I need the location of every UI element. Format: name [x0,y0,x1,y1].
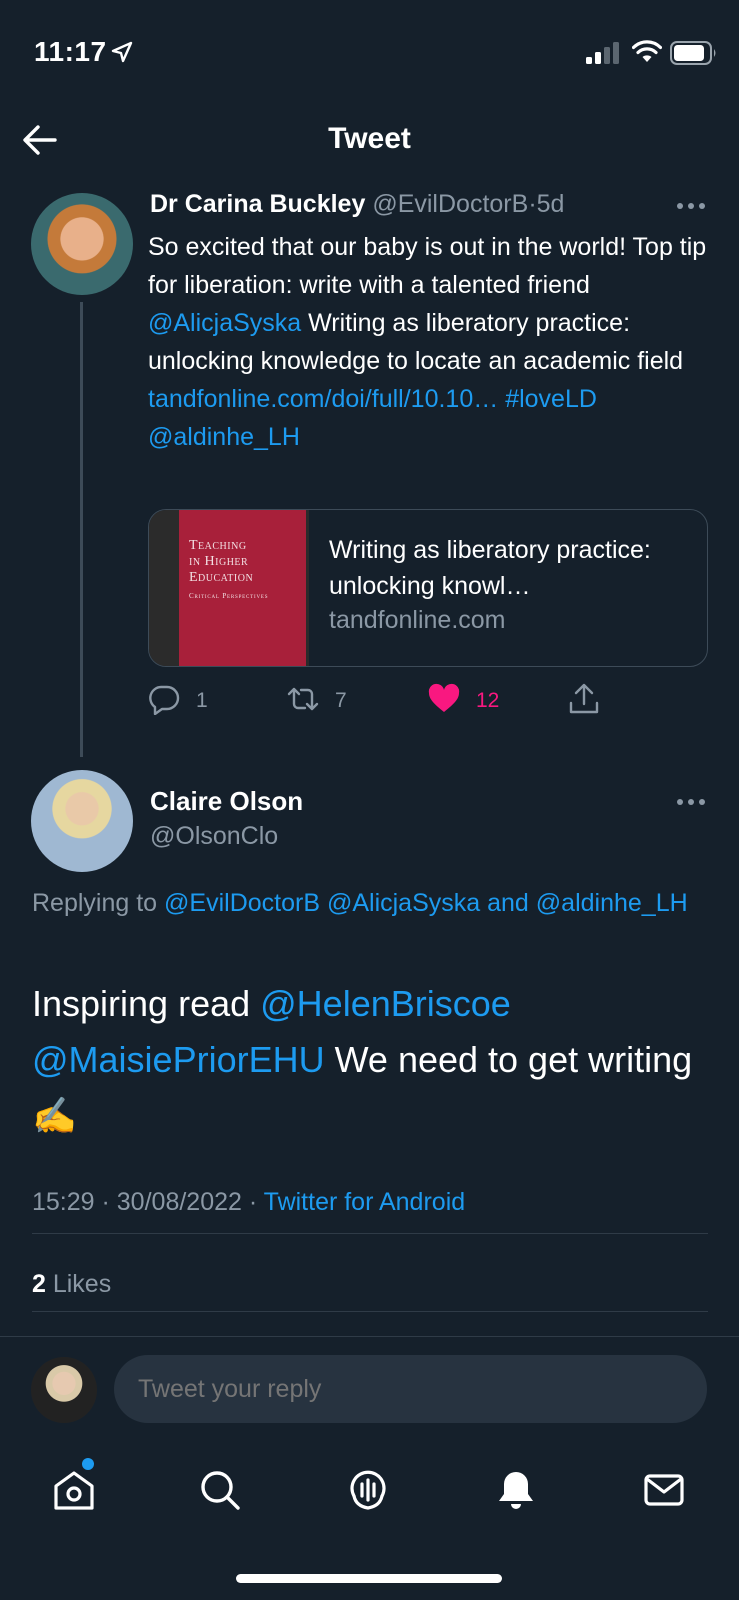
search-icon[interactable] [198,1468,242,1512]
replying-to: Replying to @EvilDoctorB @AlicjaSyska an… [32,884,692,922]
mention-link[interactable]: @MaisiePriorEHU [32,1039,325,1080]
mention-link[interactable]: @aldinhe_LH [148,423,300,451]
cover-title-line: Education [189,570,254,585]
card-domain: tandfonline.com [329,606,506,634]
link-preview-card[interactable]: Teaching in Higher Education Critical Pe… [148,509,708,667]
thread-connector-line [80,302,83,757]
reply-text-part: Inspiring read [32,983,261,1024]
cover-title-line: in Higher [189,554,249,569]
home-indicator[interactable] [236,1574,502,1583]
author-handle[interactable]: @OlsonClo [150,822,278,851]
author-name[interactable]: Claire Olson [150,786,303,817]
source-link[interactable]: Twitter for Android [264,1188,465,1216]
reply-icon [149,685,180,715]
retweet-icon [287,687,319,711]
replying-prefix: Replying to [32,889,165,917]
tweet-text-part: So excited that our baby is out in the w… [148,233,707,299]
divider [0,1336,739,1337]
tweet-header: Dr Carina Buckley @EvilDoctorB·5d [150,190,564,219]
divider [32,1311,708,1312]
separator: · [528,190,537,218]
mention-link[interactable]: @EvilDoctorB [164,889,320,917]
book-cover-image: Teaching in Higher Education Critical Pe… [179,510,306,666]
tweet-meta: 15:29 · 30/08/2022 · Twitter for Android [32,1188,466,1216]
likes-summary[interactable]: 2 Likes [32,1270,111,1299]
retweet-count: 7 [335,689,347,712]
page-title: Tweet [328,122,411,155]
author-name[interactable]: Dr Carina Buckley [150,190,365,218]
spaces-icon[interactable] [346,1468,390,1512]
hashtag-link[interactable]: #loveLD [505,385,597,413]
card-thumbnail: Teaching in Higher Education Critical Pe… [149,510,309,666]
likes-label: Likes [45,1270,112,1298]
more-options-icon[interactable] [676,196,706,216]
more-options-icon[interactable] [676,792,706,812]
mention-link[interactable]: @AlicjaSyska [327,889,480,917]
messages-icon[interactable] [642,1468,686,1512]
mention-link[interactable]: @AlicjaSyska [148,309,301,337]
divider [32,1233,708,1234]
wifi-icon [632,40,662,62]
avatar[interactable] [31,770,133,872]
avatar[interactable] [31,193,133,295]
replying-and: and [480,889,536,917]
reply-text: Inspiring read @HelenBriscoe @MaisiePrio… [32,976,712,1144]
card-title: Writing as liberatory practice: unlockin… [329,536,651,600]
battery-icon [670,41,716,65]
mention-link[interactable]: @HelenBriscoe [260,983,511,1024]
tweet-time: 15:29 [32,1188,95,1216]
reply-input[interactable] [114,1355,707,1423]
like-count: 12 [476,689,500,712]
share-icon[interactable] [568,683,600,715]
status-time: 11:17 [34,36,107,67]
tweet-date: 30/08/2022 [116,1188,242,1216]
tweet-text: So excited that our baby is out in the w… [148,228,708,456]
cover-title-line: Teaching [189,538,247,553]
notification-dot [82,1458,94,1470]
home-icon[interactable] [52,1468,96,1512]
notifications-icon[interactable] [494,1468,538,1512]
location-arrow-icon [111,41,133,63]
url-link[interactable]: tandfonline.com/doi/full/10.10… [148,385,498,413]
cover-subtitle: Critical Perspectives [189,592,269,600]
cover-title: Teaching in Higher Education [189,538,304,586]
tweet-age: 5d [536,190,565,218]
author-handle[interactable]: @EvilDoctorB [372,190,528,218]
likes-count: 2 [32,1270,46,1298]
my-avatar[interactable] [31,1357,97,1423]
mention-link[interactable]: @aldinhe_LH [536,889,688,917]
heart-filled-icon [428,683,460,712]
reply-count: 1 [196,689,208,712]
cellular-signal-icon [586,42,619,64]
